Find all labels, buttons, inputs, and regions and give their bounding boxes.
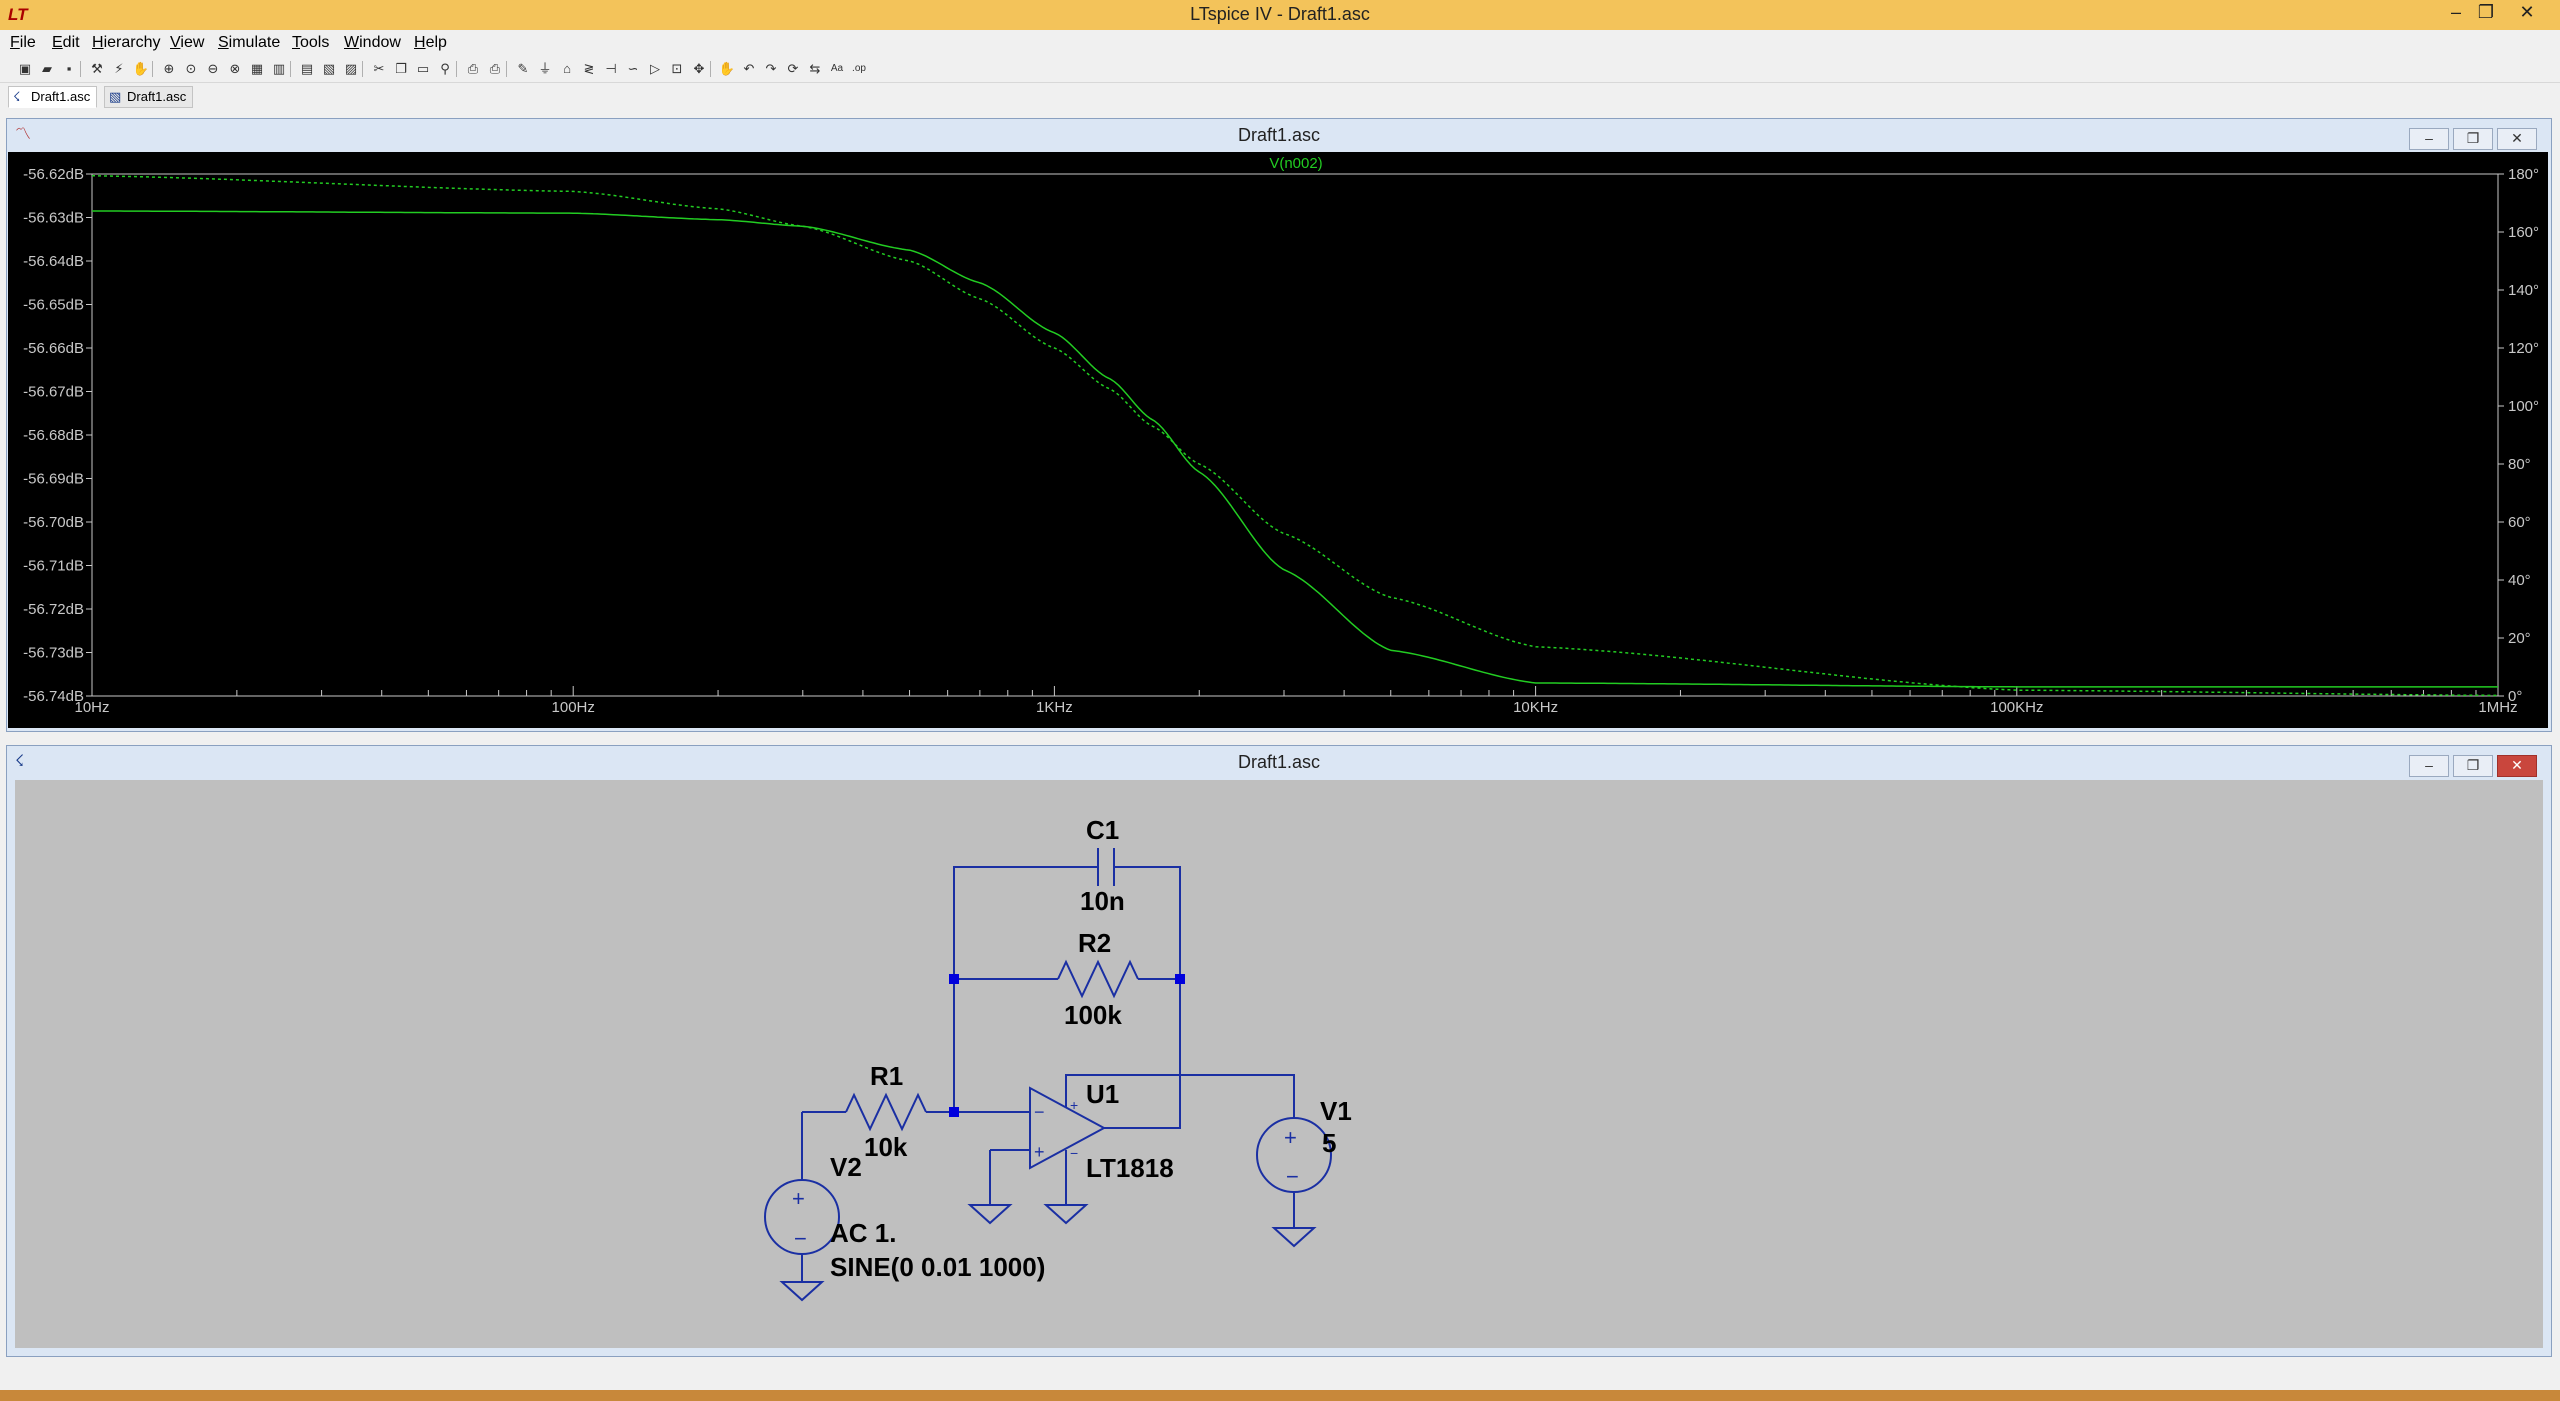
pan-icon[interactable]: ⊙: [182, 60, 200, 78]
menu-tools[interactable]: Tools: [292, 34, 329, 52]
control-panel-icon[interactable]: ⚒: [88, 60, 106, 78]
waveform-tab-icon: ☇: [13, 89, 21, 104]
capacitor-icon[interactable]: ⊣: [602, 60, 620, 78]
menu-bar: File Edit Hierarchy View Simulate Tools Window…: [0, 30, 2560, 56]
diode-icon[interactable]: ▷: [646, 60, 664, 78]
text-icon[interactable]: Aa: [828, 60, 846, 78]
inductor-icon[interactable]: ∽: [624, 60, 642, 78]
run-icon[interactable]: ⚡: [110, 60, 128, 78]
redo-icon[interactable]: ↷: [762, 60, 780, 78]
save-icon[interactable]: ▪: [60, 60, 78, 78]
toolbar-separator: [506, 61, 507, 77]
drag-icon[interactable]: ✋: [718, 60, 736, 78]
schematic-window: ☇ Draft1.asc – ❐ ✕: [6, 745, 2552, 1357]
document-tabs: ☇ Draft1.asc ▧ Draft1.asc: [0, 84, 2560, 110]
new-schematic-icon[interactable]: ▣: [16, 60, 34, 78]
window-title: LTspice IV - Draft1.asc: [1190, 4, 1370, 24]
rotate-icon[interactable]: ⟳: [784, 60, 802, 78]
plot-maximize-button[interactable]: ❐: [2453, 128, 2493, 150]
grid-icon[interactable]: ▥: [270, 60, 288, 78]
print-icon[interactable]: ⎙: [486, 60, 504, 78]
zoom-out-icon[interactable]: ⊖: [204, 60, 222, 78]
cut-icon[interactable]: ✂: [370, 60, 388, 78]
label-net-icon[interactable]: ⌂: [558, 60, 576, 78]
plot-close-button[interactable]: ✕: [2497, 128, 2537, 150]
plot-minimize-button[interactable]: –: [2409, 128, 2449, 150]
tab-label: Draft1.asc: [127, 89, 187, 104]
menu-file[interactable]: File: [10, 34, 36, 52]
waveform-window: 〽 Draft1.asc – ❐ ✕: [6, 118, 2552, 732]
tab-draft1-1[interactable]: ☇ Draft1.asc: [8, 86, 98, 108]
tile-vertical-icon[interactable]: ▨: [342, 60, 360, 78]
paste-icon[interactable]: ▭: [414, 60, 432, 78]
waveform-window-title: Draft1.asc: [1237, 125, 1321, 145]
wire-icon[interactable]: ✎: [514, 60, 532, 78]
component-icon[interactable]: ⊡: [668, 60, 686, 78]
copy-icon[interactable]: ❐: [392, 60, 410, 78]
menu-simulate[interactable]: Simulate: [218, 34, 280, 52]
menu-edit[interactable]: Edit: [52, 34, 80, 52]
menu-help[interactable]: Help: [414, 34, 447, 52]
toolbar-separator: [152, 61, 153, 77]
print-preview-icon[interactable]: ⎙: [464, 60, 482, 78]
resistor-icon[interactable]: ≷: [580, 60, 598, 78]
toolbar-separator: [80, 61, 81, 77]
menu-view[interactable]: View: [170, 34, 204, 52]
schematic-tab-icon: ▧: [109, 89, 122, 104]
schematic-canvas[interactable]: [15, 780, 2543, 1348]
tab-label: Draft1.asc: [31, 89, 91, 104]
move-icon[interactable]: ✥: [690, 60, 708, 78]
zoom-fit-icon[interactable]: ⊗: [226, 60, 244, 78]
close-button[interactable]: ✕: [2494, 0, 2560, 26]
mirror-icon[interactable]: ⇆: [806, 60, 824, 78]
find-icon[interactable]: ⚲: [436, 60, 454, 78]
schematic-close-button[interactable]: ✕: [2497, 755, 2537, 777]
menu-window[interactable]: Window: [344, 34, 401, 52]
halt-icon[interactable]: ✋: [132, 60, 150, 78]
toolbar-separator: [362, 61, 363, 77]
open-icon[interactable]: ▰: [38, 60, 56, 78]
tile-horizontal-icon[interactable]: ▤: [298, 60, 316, 78]
menu-hierarchy[interactable]: Hierarchy: [92, 34, 160, 52]
toolbar-separator: [710, 61, 711, 77]
cascade-icon[interactable]: ▧: [320, 60, 338, 78]
undo-icon[interactable]: ↶: [740, 60, 758, 78]
taskbar: [0, 1390, 2560, 1401]
autorange-icon[interactable]: ▦: [248, 60, 266, 78]
title-bar: LT LTspice IV - Draft1.asc – ❐ ✕: [0, 0, 2560, 30]
tab-draft1-2[interactable]: ▧ Draft1.asc: [104, 86, 194, 108]
schematic-minimize-button[interactable]: –: [2409, 755, 2449, 777]
ground-icon[interactable]: ⏚: [536, 60, 554, 78]
toolbar: ▣ ▰ ▪ ⚒ ⚡ ✋ ⊕ ⊙ ⊖ ⊗ ▦ ▥ ▤ ▧ ▨ ✂ ❐ ▭ ⚲ ⎙ ⎙ ✎ ⏚ ⌂ ≷ ⊣ ∽ ▷ ⊡ ✥ ✋ ↶ ↷ ⟳ ⇆ Aa .op: [0, 56, 2560, 83]
toolbar-separator: [456, 61, 457, 77]
schematic-maximize-button[interactable]: ❐: [2453, 755, 2493, 777]
zoom-in-icon[interactable]: ⊕: [160, 60, 178, 78]
schematic-window-title: Draft1.asc: [1237, 752, 1321, 772]
toolbar-separator: [290, 61, 291, 77]
spice-directive-icon[interactable]: .op: [850, 60, 868, 78]
